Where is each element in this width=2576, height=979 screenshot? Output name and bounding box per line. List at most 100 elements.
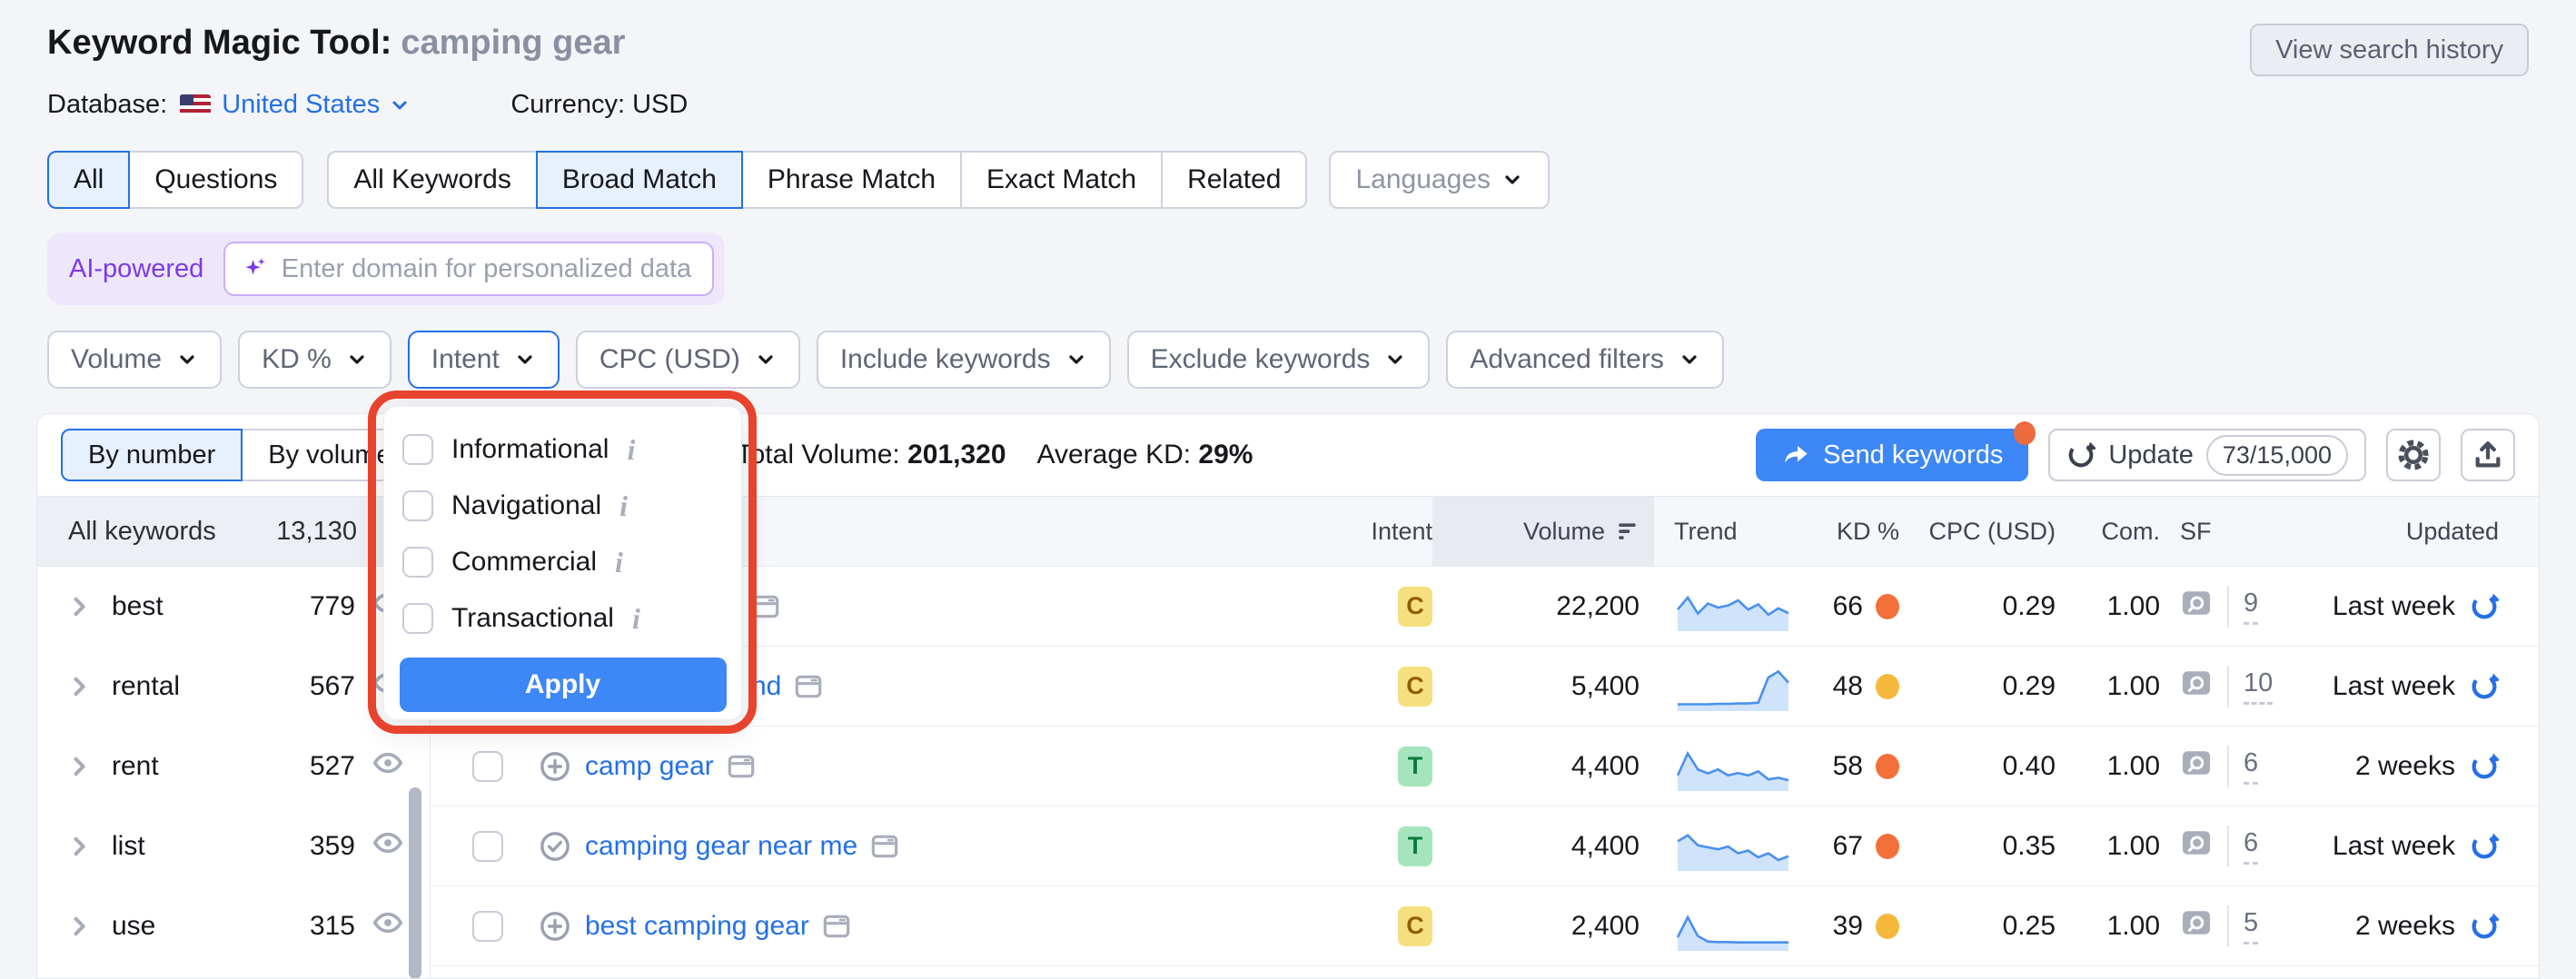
chevron-down-icon [514, 349, 536, 371]
filter-cpc-usd-[interactable]: CPC (USD) [576, 331, 800, 389]
column-header-com[interactable]: Com. [2056, 518, 2160, 546]
column-header-sf[interactable]: SF [2160, 518, 2278, 546]
refresh-icon [2066, 440, 2095, 470]
serp-preview-icon [2180, 667, 2213, 699]
serp-preview-button[interactable] [2180, 667, 2213, 707]
serp-preview-button[interactable] [2180, 747, 2213, 786]
eye-toggle[interactable] [372, 747, 404, 786]
sidebar-group-use[interactable]: use315 [37, 886, 430, 966]
intent-filter-popup: InformationaliNavigationaliCommercialiTr… [383, 406, 742, 720]
keyword-magic-tool-page: Keyword Magic Tool:camping gear Database… [0, 0, 2576, 979]
intent-option-navigational[interactable]: Navigationali [384, 478, 741, 534]
checkbox[interactable] [402, 603, 433, 634]
trend-sparkline [1674, 900, 1792, 953]
ai-powered-bar: AI-powered [47, 232, 725, 305]
sf-count[interactable]: 6 [2244, 748, 2258, 785]
tab-broad-match[interactable]: Broad Match [536, 151, 743, 209]
apply-button[interactable]: Apply [400, 658, 727, 712]
column-header-volume[interactable]: Volume [1432, 497, 1654, 567]
send-keywords-button[interactable]: Send keywords [1756, 429, 2028, 481]
filter-volume[interactable]: Volume [47, 331, 222, 389]
sidebar-scrollbar[interactable] [409, 787, 421, 979]
keyword-link[interactable]: nd [751, 671, 781, 702]
group-label: rental [112, 671, 180, 702]
row-checkbox[interactable] [472, 751, 503, 782]
intent-option-label: Transactional [451, 603, 614, 634]
refresh-button[interactable] [2470, 592, 2499, 621]
column-header-intent[interactable]: Intent [1305, 518, 1432, 546]
serp-preview-button[interactable] [2180, 906, 2213, 946]
kd-value: 67 [1833, 831, 1863, 862]
filter-advanced-filters[interactable]: Advanced filters [1446, 331, 1723, 389]
column-header-kd[interactable]: KD % [1799, 518, 1899, 546]
all-keywords-header[interactable]: All keywords 13,130 [37, 497, 430, 567]
intent-badge: C [1398, 906, 1432, 946]
cpc-value: 0.29 [2003, 671, 2056, 702]
domain-input[interactable] [282, 254, 695, 284]
column-header-updated[interactable]: Updated [2278, 518, 2539, 546]
eye-toggle[interactable] [372, 906, 404, 946]
row-checkbox[interactable] [472, 831, 503, 862]
update-button[interactable]: Update 73/15,000 [2048, 429, 2366, 481]
tab-phrase-match[interactable]: Phrase Match [741, 151, 962, 209]
column-header-trend[interactable]: Trend [1654, 518, 1799, 546]
filter-include-keywords[interactable]: Include keywords [817, 331, 1111, 389]
sort-descending-icon [1616, 519, 1640, 543]
serp-features-icon [870, 832, 899, 861]
serp-preview-button[interactable] [2180, 587, 2213, 627]
checkbox[interactable] [402, 434, 433, 465]
ai-powered-badge: AI-powered [69, 254, 203, 284]
refresh-button[interactable] [2470, 752, 2499, 781]
domain-input-wrap [223, 242, 714, 296]
by-number-button[interactable]: By number [61, 429, 243, 481]
tab-questions[interactable]: Questions [128, 151, 303, 209]
cpc-value: 0.35 [2003, 831, 2056, 862]
intent-option-commercial[interactable]: Commerciali [384, 534, 741, 590]
tab-exact-match[interactable]: Exact Match [960, 151, 1163, 209]
keyword-link[interactable]: camp gear [585, 751, 714, 782]
serp-preview-icon [2180, 747, 2213, 779]
volume-value: 4,400 [1571, 751, 1640, 782]
page-title-query: camping gear [401, 24, 625, 62]
sf-count[interactable]: 10 [2244, 668, 2273, 705]
page-title: Keyword Magic Tool:camping gear [47, 24, 688, 63]
kd-difficulty-dot [1876, 674, 1899, 699]
sidebar-group-rental[interactable]: rental567 [37, 647, 430, 727]
refresh-button[interactable] [2470, 832, 2499, 861]
column-header-cpc[interactable]: CPC (USD) [1899, 518, 2056, 546]
sidebar-group-list[interactable]: list359 [37, 806, 430, 886]
checkbox[interactable] [402, 547, 433, 578]
sf-count[interactable]: 5 [2244, 908, 2258, 944]
refresh-button[interactable] [2470, 912, 2499, 941]
filter-kd-[interactable]: KD % [238, 331, 391, 389]
refresh-icon [2470, 832, 2499, 861]
database-select[interactable]: United States [222, 90, 411, 120]
chevron-right-icon [66, 754, 92, 779]
languages-dropdown[interactable]: Languages [1329, 151, 1549, 209]
filter-exclude-keywords[interactable]: Exclude keywords [1127, 331, 1431, 389]
eye-icon [372, 826, 404, 859]
keyword-link[interactable]: camping gear near me [585, 831, 857, 862]
sf-count[interactable]: 6 [2244, 828, 2258, 865]
keyword-link[interactable]: best camping gear [585, 911, 809, 942]
serp-preview-button[interactable] [2180, 826, 2213, 866]
filter-label: Advanced filters [1470, 344, 1663, 375]
added-keyword-icon [540, 831, 570, 862]
tab-all-keywords[interactable]: All Keywords [327, 151, 537, 209]
tab-related[interactable]: Related [1161, 151, 1307, 209]
sidebar-group-best[interactable]: best779 [37, 567, 430, 647]
row-checkbox[interactable] [472, 911, 503, 942]
refresh-button[interactable] [2470, 672, 2499, 701]
eye-toggle[interactable] [372, 826, 404, 866]
sidebar-group-rent[interactable]: rent527 [37, 727, 430, 806]
settings-button[interactable] [2386, 429, 2441, 481]
sf-count[interactable]: 9 [2244, 588, 2258, 625]
export-button[interactable] [2461, 429, 2515, 481]
intent-option-informational[interactable]: Informationali [384, 421, 741, 478]
updated-value: Last week [2333, 831, 2455, 862]
view-search-history-button[interactable]: View search history [2250, 24, 2529, 76]
tab-all[interactable]: All [47, 151, 130, 209]
checkbox[interactable] [402, 490, 433, 521]
intent-option-transactional[interactable]: Transactionali [384, 590, 741, 647]
filter-intent[interactable]: Intent [408, 331, 560, 389]
